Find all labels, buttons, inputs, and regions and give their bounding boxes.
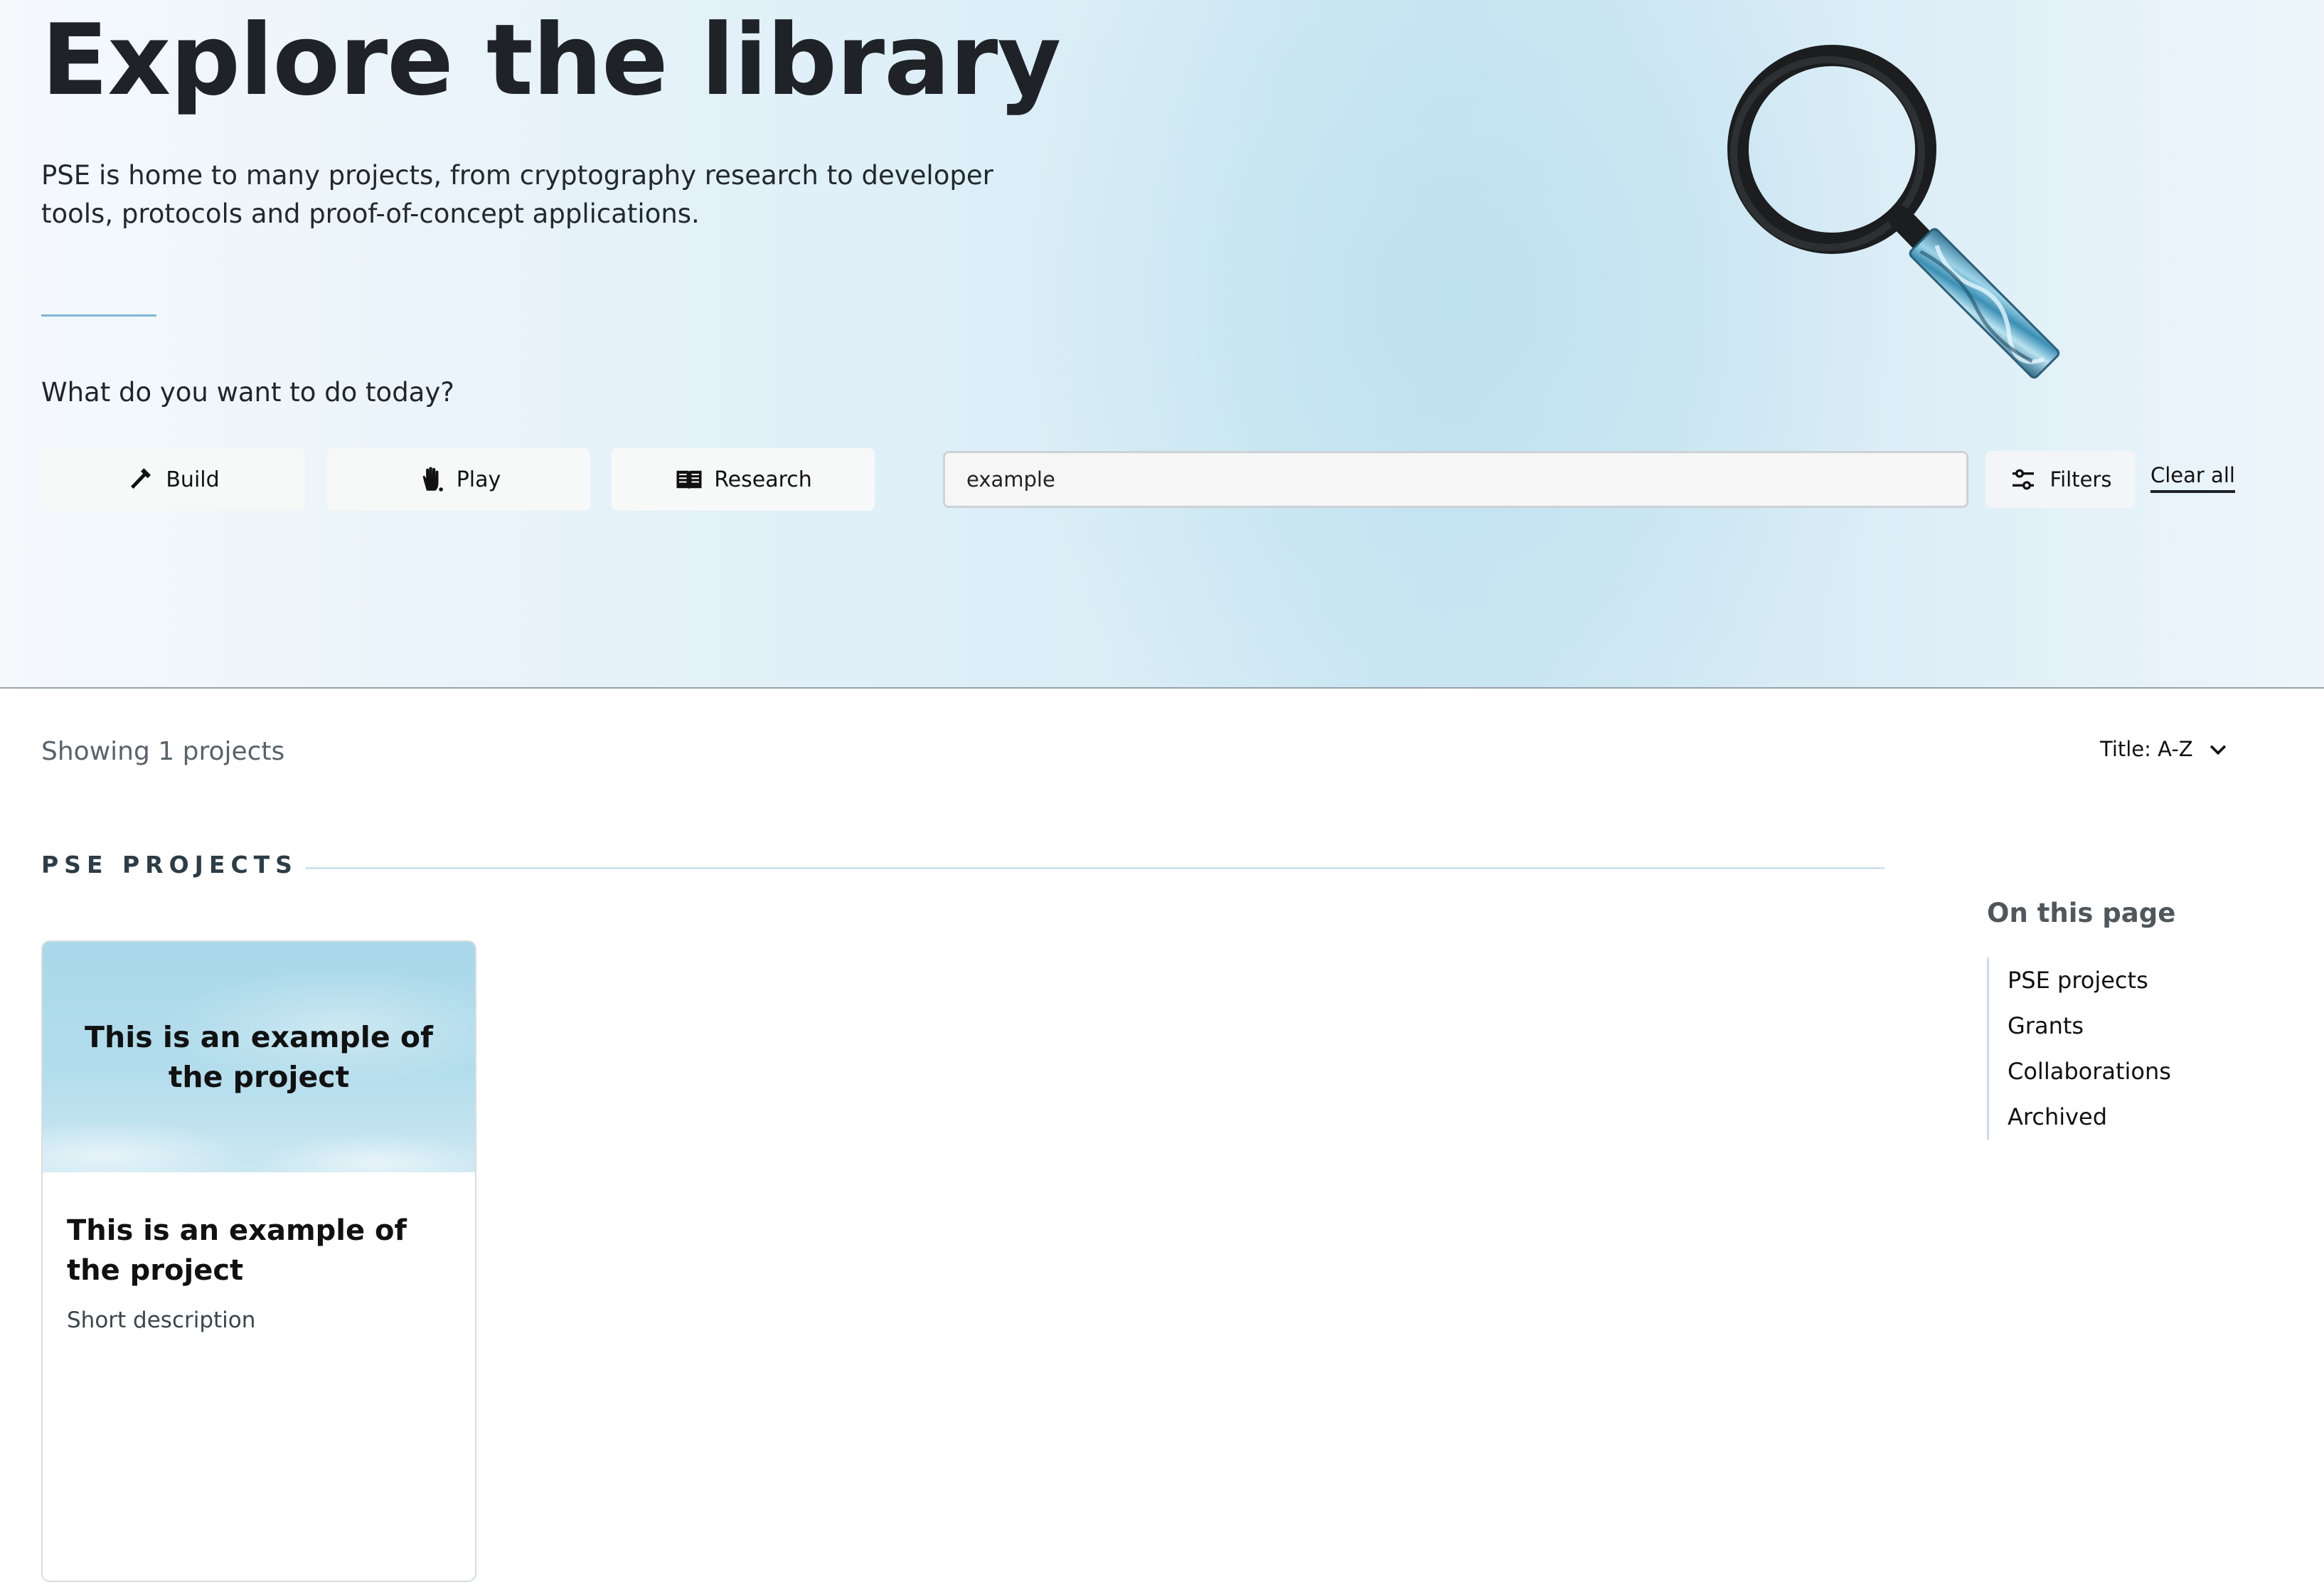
results-count: Showing 1 projects <box>41 737 285 766</box>
clear-all-link[interactable]: Clear all <box>2150 463 2235 493</box>
filters-button[interactable]: Filters <box>1985 451 2135 508</box>
build-label: Build <box>166 467 220 492</box>
toc-item-grants[interactable]: Grants <box>2008 1003 2171 1049</box>
toc-item-pse-projects[interactable]: PSE projects <box>2008 957 2171 1003</box>
research-label: Research <box>714 467 812 492</box>
hero-section: Explore the library PSE is home to many … <box>0 0 2324 689</box>
search-input[interactable]: example <box>943 451 1968 508</box>
build-button[interactable]: Build <box>41 448 304 511</box>
project-card[interactable]: This is an example of the project This i… <box>41 940 476 1582</box>
research-button[interactable]: Research <box>612 448 875 511</box>
project-card-image: This is an example of the project <box>43 942 475 1172</box>
toc-item-archived[interactable]: Archived <box>2008 1094 2171 1140</box>
sort-label: Title: A-Z <box>2100 737 2193 761</box>
book-icon <box>676 470 702 489</box>
section-divider <box>306 867 1885 869</box>
toc-item-collaborations[interactable]: Collaborations <box>2008 1049 2171 1094</box>
section-title: PSE PROJECTS <box>41 851 298 879</box>
hammer-icon <box>131 468 151 489</box>
hand-icon <box>422 467 443 492</box>
toc-list: PSE projects Grants Collaborations Archi… <box>1987 957 2171 1140</box>
hero-question: What do you want to do today? <box>41 377 454 408</box>
magnifier-illustration <box>1727 45 2060 379</box>
page-title: Explore the library <box>41 3 1061 117</box>
play-label: Play <box>456 467 501 492</box>
project-card-description: Short description <box>67 1307 256 1333</box>
toc-title: On this page <box>1987 898 2176 928</box>
play-button[interactable]: Play <box>327 448 590 511</box>
hero-description: PSE is home to many projects, from crypt… <box>41 160 993 229</box>
project-card-title: This is an example of the project <box>67 1214 407 1287</box>
sort-dropdown[interactable]: Title: A-Z <box>2100 737 2230 761</box>
sliders-icon <box>2012 469 2034 490</box>
chevron-down-icon <box>2210 745 2226 755</box>
project-card-image-text: This is an example of the project <box>85 1020 433 1094</box>
hero-divider <box>41 314 156 317</box>
filters-label: Filters <box>2050 467 2112 492</box>
